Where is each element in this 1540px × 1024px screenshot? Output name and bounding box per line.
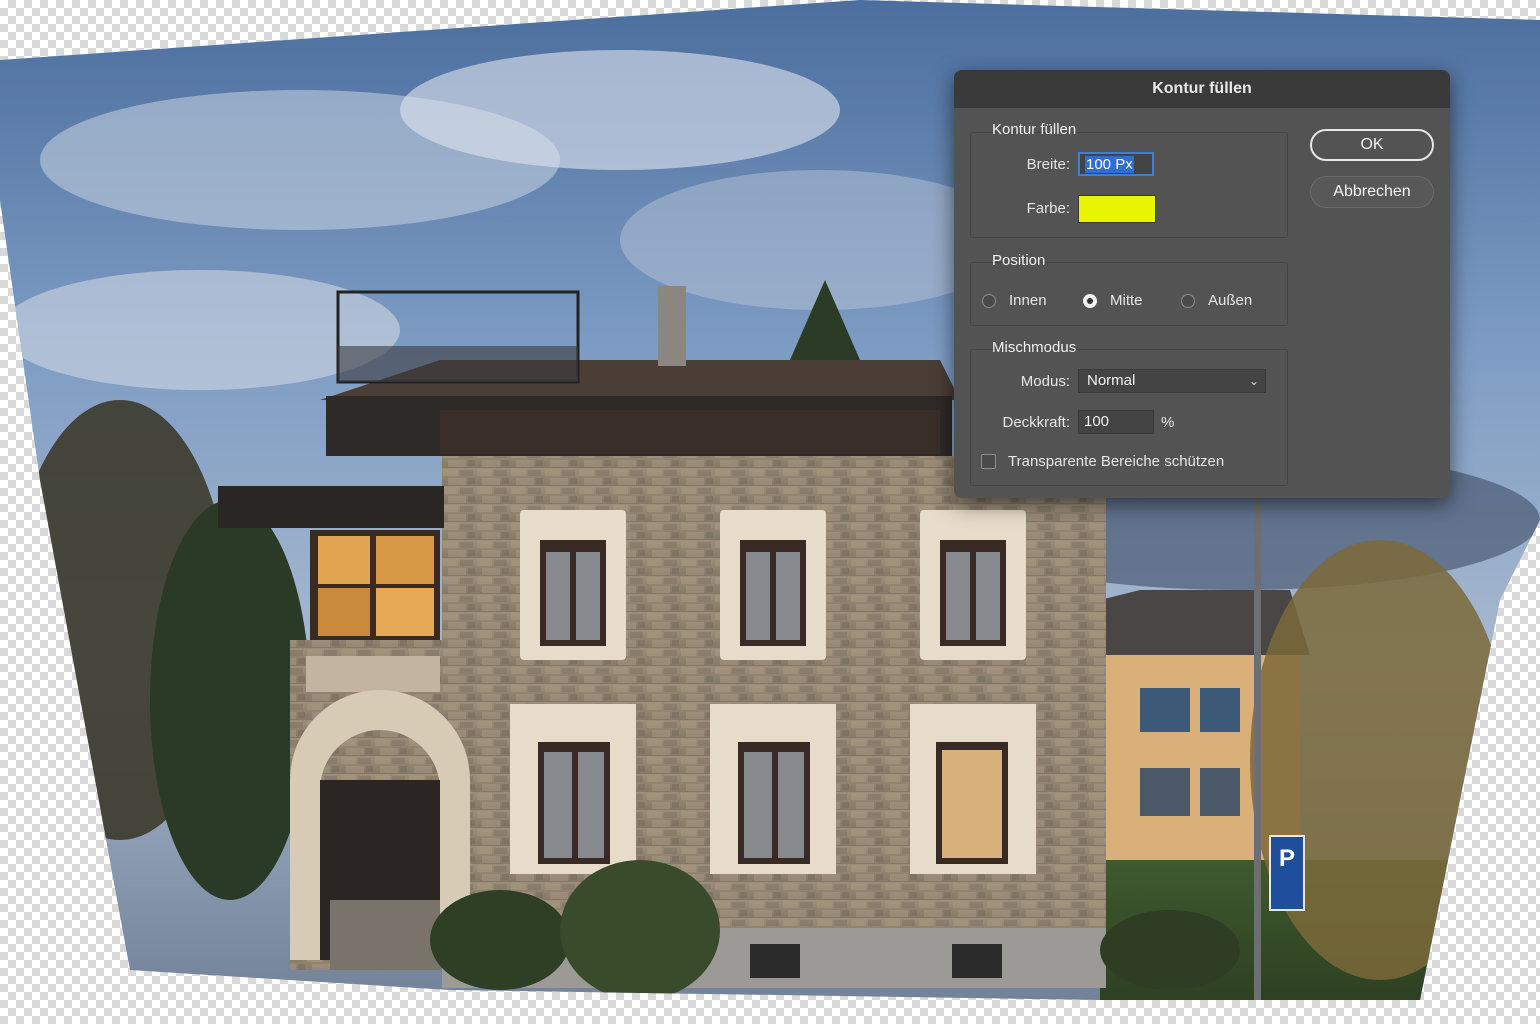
position-group-label: Position — [992, 252, 1046, 269]
dialog-title: Kontur füllen — [1152, 80, 1252, 97]
opacity-value: 100 — [1084, 413, 1110, 430]
position-outside-radio[interactable] — [1181, 293, 1195, 308]
opacity-unit: % — [1161, 414, 1175, 431]
position-center-option[interactable]: Mitte — [1083, 292, 1143, 309]
preserve-transparency-checkbox[interactable] — [981, 454, 996, 469]
stroke-group-label: Kontur füllen — [992, 121, 1077, 138]
opacity-input[interactable]: 100 — [1078, 410, 1154, 434]
blend-mode-select[interactable]: Normal ⌄ — [1078, 369, 1266, 393]
width-value: 100 Px — [1085, 156, 1134, 173]
dialog-titlebar[interactable]: Kontur füllen — [954, 70, 1450, 108]
position-center-label: Mitte — [1110, 292, 1143, 309]
position-outside-option[interactable]: Außen — [1181, 292, 1252, 309]
mode-label: Modus: — [1020, 373, 1070, 390]
blend-mode-value: Normal — [1087, 372, 1136, 389]
width-label: Breite: — [1026, 156, 1070, 173]
position-inside-label: Innen — [1009, 292, 1047, 309]
position-center-radio[interactable] — [1083, 293, 1097, 308]
width-input[interactable]: 100 Px — [1078, 152, 1154, 176]
preserve-transparency-label: Transparente Bereiche schützen — [1008, 453, 1225, 470]
blend-group-label: Mischmodus — [992, 339, 1077, 356]
color-label: Farbe: — [1026, 200, 1070, 217]
ok-button[interactable]: OK — [1310, 129, 1434, 161]
position-inside-option[interactable]: Innen — [982, 292, 1047, 309]
opacity-label: Deckkraft: — [1002, 414, 1070, 431]
document-canvas[interactable]: P Kontur füllen Kontur füllen Breite: 10… — [0, 0, 1540, 1024]
chevron-down-icon: ⌄ — [1248, 374, 1259, 388]
fill-stroke-dialog: Kontur füllen Kontur füllen Breite: 100 … — [954, 70, 1450, 498]
position-outside-label: Außen — [1208, 292, 1253, 309]
position-inside-radio[interactable] — [982, 293, 996, 308]
stroke-color-swatch[interactable] — [1078, 195, 1156, 223]
svg-text:P: P — [1279, 845, 1295, 872]
cancel-button[interactable]: Abbrechen — [1310, 176, 1434, 208]
